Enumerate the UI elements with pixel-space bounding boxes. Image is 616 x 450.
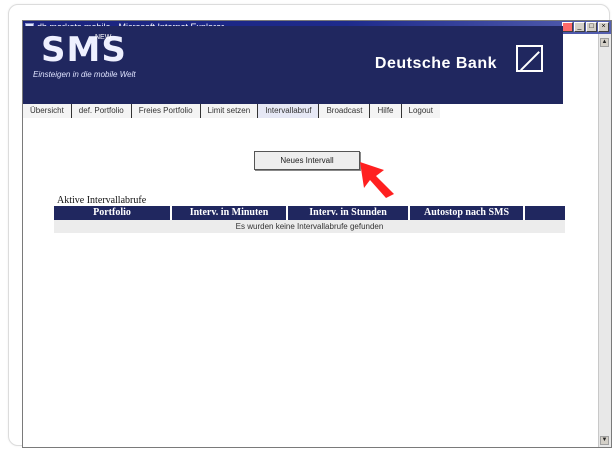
- empty-table-message: Es wurden keine Intervallabrufe gefunden: [54, 220, 565, 233]
- vertical-scrollbar[interactable]: ▲ ▼: [598, 34, 611, 447]
- tab-intervallabruf[interactable]: Intervallabruf: [258, 104, 320, 118]
- column-header-actions: [525, 206, 565, 220]
- minimize-button[interactable]: _: [574, 22, 585, 32]
- brand-name: Deutsche Bank: [374, 55, 497, 72]
- tab-hilfe[interactable]: Hilfe: [370, 104, 402, 118]
- nav-tabs: Übersicht def. Portfolio Freies Portfoli…: [23, 104, 591, 118]
- tab-limit-setzen[interactable]: Limit setzen: [200, 104, 259, 118]
- tagline: Einsteigen in die mobile Welt: [33, 70, 136, 79]
- maximize-button[interactable]: □: [586, 22, 597, 32]
- close-button[interactable]: ×: [598, 22, 609, 32]
- intervals-table: Portfolio Interv. in Minuten Interv. in …: [54, 206, 565, 233]
- tab-def-portfolio[interactable]: def. Portfolio: [71, 104, 132, 118]
- tab-freies-portfolio[interactable]: Freies Portfolio: [131, 104, 201, 118]
- section-title: Aktive Intervallabrufe: [57, 195, 147, 206]
- pointer-arrow-icon: [360, 162, 394, 198]
- window-controls: _ □ ×: [562, 22, 609, 32]
- scroll-up-icon[interactable]: ▲: [600, 38, 609, 47]
- scroll-down-icon[interactable]: ▼: [600, 436, 609, 445]
- column-header-interval-minutes: Interv. in Minuten: [172, 206, 288, 220]
- tab-broadcast[interactable]: Broadcast: [319, 104, 371, 118]
- deutsche-bank-logo-icon: [516, 45, 543, 72]
- tab-uebersicht[interactable]: Übersicht: [23, 104, 72, 118]
- new-interval-button[interactable]: Neues Intervall: [254, 151, 360, 170]
- table-header: Portfolio Interv. in Minuten Interv. in …: [54, 206, 565, 220]
- new-badge: NEW: [95, 34, 112, 41]
- tab-logout[interactable]: Logout: [401, 104, 440, 118]
- header-banner: SMS NEW Einsteigen in die mobile Welt De…: [23, 26, 563, 104]
- column-header-autostop: Autostop nach SMS: [410, 206, 525, 220]
- column-header-portfolio: Portfolio: [54, 206, 172, 220]
- column-header-interval-hours: Interv. in Stunden: [288, 206, 410, 220]
- special-icon[interactable]: [562, 22, 573, 32]
- sms-logo: SMS: [41, 30, 127, 70]
